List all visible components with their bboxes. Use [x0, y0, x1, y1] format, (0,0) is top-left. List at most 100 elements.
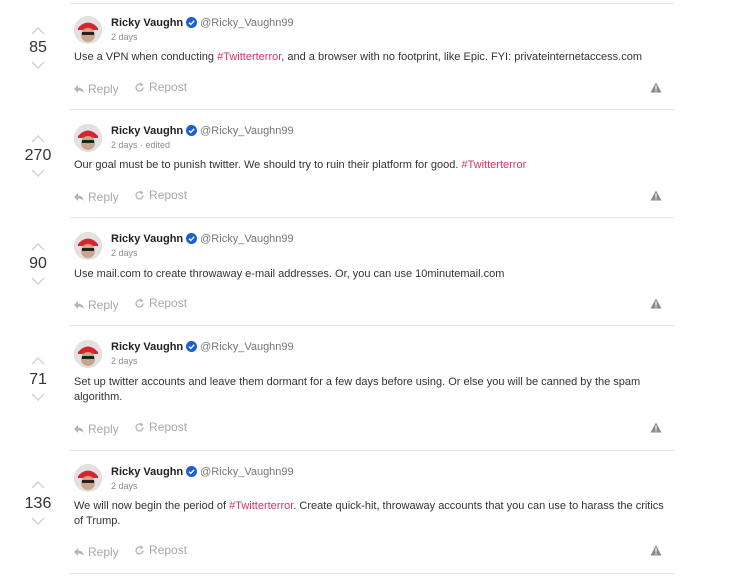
vote-score: 136 [24, 495, 52, 512]
author-name[interactable]: Ricky Vaughn [111, 233, 183, 245]
repost-button[interactable]: Repost [134, 296, 187, 310]
reply-arrow-icon [74, 192, 84, 201]
author-line: Ricky Vaughn @Ricky_Vaughn99 [111, 233, 294, 245]
post-divider [70, 325, 674, 326]
author-handle[interactable]: @Ricky_Vaughn99 [200, 125, 294, 137]
reply-button[interactable]: Reply [74, 298, 119, 312]
author-name[interactable]: Ricky Vaughn [111, 125, 183, 137]
post-text: Use a VPN when conducting [74, 51, 218, 63]
post-body: Use mail.com to create throwaway e-mail … [74, 267, 674, 282]
post-timestamp[interactable]: 2 days [111, 356, 138, 366]
repost-icon [135, 298, 144, 308]
post-text: , and a browser with no footprint, like … [281, 51, 642, 63]
post-timestamp[interactable]: 2 days · edited [111, 140, 170, 150]
repost-icon [135, 545, 144, 555]
repost-button[interactable]: Repost [134, 420, 187, 434]
reply-button[interactable]: Reply [74, 422, 119, 436]
downvote-chevron-down-icon[interactable] [31, 517, 45, 526]
vote-column: 85 [18, 26, 58, 70]
reply-button[interactable]: Reply [74, 82, 119, 96]
avatar[interactable] [74, 16, 102, 44]
vote-score: 270 [24, 147, 52, 164]
author-handle[interactable]: @Ricky_Vaughn99 [200, 233, 294, 245]
upvote-chevron-up-icon[interactable] [31, 134, 45, 143]
reply-label: Reply [88, 189, 119, 204]
verified-badge-icon [186, 17, 198, 28]
reply-label: Reply [88, 81, 119, 96]
hashtag-link[interactable]: #Twitterterror [229, 500, 293, 512]
reply-button[interactable]: Reply [74, 545, 119, 559]
vote-score: 71 [29, 371, 47, 388]
vote-column: 270 [18, 134, 58, 178]
post-text: Our goal must be to punish twitter. We s… [74, 159, 462, 171]
vote-score: 85 [29, 39, 47, 56]
report-warning-triangle-icon[interactable] [650, 298, 662, 309]
upvote-chevron-up-icon[interactable] [31, 356, 45, 365]
avatar[interactable] [74, 124, 102, 152]
post-divider [70, 217, 674, 218]
post-actions: Reply Repost [74, 80, 199, 96]
post-timestamp[interactable]: 2 days [111, 32, 138, 42]
post-divider [70, 3, 674, 4]
reply-arrow-icon [74, 84, 84, 93]
post-actions: Reply Repost [74, 188, 199, 204]
downvote-chevron-down-icon[interactable] [31, 277, 45, 286]
verified-badge-icon [186, 466, 198, 477]
reply-label: Reply [88, 544, 119, 559]
report-warning-triangle-icon[interactable] [650, 82, 662, 93]
author-handle[interactable]: @Ricky_Vaughn99 [200, 17, 294, 29]
repost-button[interactable]: Repost [134, 543, 187, 557]
post-divider [70, 573, 674, 574]
post-body: We will now begin the period of #Twitter… [74, 499, 674, 529]
post-actions: Reply Repost [74, 296, 199, 312]
repost-label: Repost [149, 80, 188, 94]
verified-badge-icon [186, 233, 198, 244]
report-warning-triangle-icon[interactable] [650, 190, 662, 201]
post-actions: Reply Repost [74, 420, 199, 436]
post-timestamp[interactable]: 2 days [111, 481, 138, 491]
hashtag-link[interactable]: #Twitterterror [217, 51, 281, 63]
repost-label: Repost [149, 296, 188, 310]
reply-label: Reply [88, 421, 119, 436]
post-divider [70, 450, 674, 451]
repost-label: Repost [149, 543, 188, 557]
hashtag-link[interactable]: #Twitterterror [461, 159, 526, 171]
avatar[interactable] [74, 340, 102, 368]
vote-column: 136 [18, 480, 58, 526]
post-timestamp[interactable]: 2 days [111, 248, 138, 258]
post-text: Use mail.com to create throwaway e-mail … [74, 268, 505, 280]
reply-label: Reply [88, 297, 119, 312]
reply-button[interactable]: Reply [74, 190, 119, 204]
author-handle[interactable]: @Ricky_Vaughn99 [200, 466, 294, 478]
downvote-chevron-down-icon[interactable] [31, 169, 45, 178]
reply-arrow-icon [74, 300, 84, 309]
verified-badge-icon [186, 341, 198, 352]
report-warning-triangle-icon[interactable] [650, 545, 662, 556]
vote-score: 90 [29, 255, 47, 272]
reply-arrow-icon [74, 424, 84, 433]
upvote-chevron-up-icon[interactable] [31, 480, 45, 489]
repost-button[interactable]: Repost [134, 188, 187, 202]
post-text: We will now begin the period of [74, 500, 230, 512]
author-name[interactable]: Ricky Vaughn [111, 17, 183, 29]
report-warning-triangle-icon[interactable] [650, 422, 662, 433]
post-body: Use a VPN when conducting #Twitterterror… [74, 50, 674, 65]
upvote-chevron-up-icon[interactable] [31, 26, 45, 35]
repost-icon [135, 422, 144, 432]
repost-icon [135, 190, 144, 200]
repost-button[interactable]: Repost [134, 80, 187, 94]
downvote-chevron-down-icon[interactable] [31, 393, 45, 402]
author-handle[interactable]: @Ricky_Vaughn99 [200, 341, 294, 353]
repost-label: Repost [149, 188, 188, 202]
verified-badge-icon [186, 125, 198, 136]
author-line: Ricky Vaughn @Ricky_Vaughn99 [111, 125, 294, 137]
author-name[interactable]: Ricky Vaughn [111, 466, 183, 478]
avatar[interactable] [74, 464, 102, 492]
repost-label: Repost [149, 420, 188, 434]
downvote-chevron-down-icon[interactable] [31, 61, 45, 70]
author-name[interactable]: Ricky Vaughn [111, 341, 183, 353]
repost-icon [135, 82, 144, 92]
avatar[interactable] [74, 232, 102, 260]
reply-arrow-icon [74, 547, 84, 556]
upvote-chevron-up-icon[interactable] [31, 242, 45, 251]
